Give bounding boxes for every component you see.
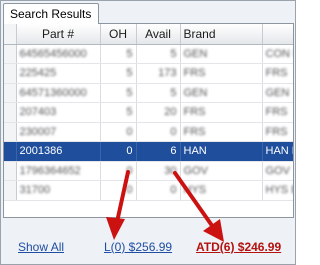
cell-avail: 5 — [136, 44, 181, 64]
row-indicator — [4, 122, 17, 142]
cell-extra: GEN — [262, 83, 293, 103]
results-body: 6456545600055GENCON E2254255173FRSFRS645… — [4, 44, 293, 201]
cell-part: 2001386 — [16, 141, 101, 162]
cell-extra: HYS B — [262, 180, 293, 201]
table-row-selected[interactable]: 200138606HANHAN H — [4, 141, 293, 162]
cell-part: 64565456000 — [16, 44, 101, 64]
row-indicator — [4, 161, 17, 181]
cell-avail: 5 — [136, 83, 181, 103]
row-indicator — [4, 102, 17, 123]
cell-oh: 5 — [100, 83, 137, 103]
cell-avail: 173 — [136, 63, 181, 84]
cell-oh: 0 — [100, 161, 137, 181]
cell-brand: FRS — [180, 122, 263, 142]
cell-extra: CON E — [262, 44, 293, 64]
table-row[interactable]: 3170000HYSHYS B — [4, 180, 293, 201]
atd-price-link[interactable]: ATD(6) $246.99 — [196, 240, 281, 254]
cell-avail: 20 — [136, 102, 181, 123]
row-indicator — [4, 83, 17, 103]
cell-brand: GEN — [180, 83, 263, 103]
cell-extra: FRS — [262, 122, 293, 142]
cell-oh: 0 — [100, 180, 137, 201]
column-header-oh[interactable]: OH — [100, 24, 137, 45]
cell-brand: HYS — [180, 180, 263, 201]
column-header-avail[interactable]: Avail — [136, 24, 181, 45]
cell-oh: 5 — [100, 63, 137, 84]
column-header-extra[interactable] — [262, 24, 293, 45]
row-indicator — [4, 44, 17, 64]
cell-avail: 6 — [136, 141, 181, 162]
row-indicator-header — [4, 24, 17, 45]
cell-extra: GOV — [262, 161, 293, 181]
cell-avail: 0 — [136, 180, 181, 201]
header-row: Part # OH Avail Brand — [4, 24, 293, 45]
table-row[interactable]: 225425 5 173 FRS FRS — [4, 63, 293, 84]
cell-avail: 0 — [136, 122, 181, 142]
cell-brand: GEN — [180, 44, 263, 64]
results-grid: Part # OH Avail Brand 64565456000 5 5 GEN CO… — [3, 23, 294, 218]
cell-part: 230007 — [16, 122, 101, 142]
cell-brand: GOV — [180, 161, 263, 181]
row-indicator — [4, 141, 17, 162]
cell-brand: HAN — [180, 141, 263, 162]
search-results-window: Search Results Part # OH Avail Brand 645… — [0, 0, 296, 265]
cell-oh: 5 — [100, 44, 137, 64]
footer-bar: Show All L(0) $256.99 ATD(6) $246.99 — [3, 219, 294, 264]
cell-extra: HAN H — [262, 141, 293, 162]
cell-brand: FRS — [180, 102, 263, 123]
table-row[interactable]: 1796364652 0 30 GOV GOV — [4, 161, 293, 181]
cell-avail: 30 — [136, 161, 181, 181]
cell-oh: 0 — [100, 122, 137, 142]
cell-brand: FRS — [180, 63, 263, 84]
table-row[interactable]: 230007 0 0 FRS FRS — [4, 122, 293, 142]
table-row[interactable]: 64571360000 5 5 GEN GEN — [4, 83, 293, 103]
show-all-link[interactable]: Show All — [18, 240, 64, 254]
l-price-link[interactable]: L(0) $256.99 — [104, 240, 172, 254]
results-table: Part # OH Avail Brand 64565456000 5 5 GEN CO… — [4, 24, 293, 201]
cell-extra: FRS — [262, 63, 293, 84]
cell-oh: 5 — [100, 102, 137, 123]
column-header-brand[interactable]: Brand — [180, 24, 263, 45]
cell-part: 64571360000 — [16, 83, 101, 103]
tab-strip: Search Results — [3, 3, 293, 24]
cell-part: 31700 — [16, 180, 101, 201]
table-row[interactable]: 6456545600055GENCON E — [4, 44, 293, 64]
row-indicator — [4, 180, 17, 201]
cell-part: 1796364652 — [16, 161, 101, 181]
cell-part: 225425 — [16, 63, 101, 84]
cell-extra: FRS — [262, 102, 293, 123]
cell-oh: 0 — [100, 141, 137, 162]
table-row[interactable]: 207403 5 20 FRS FRS — [4, 102, 293, 123]
column-header-part[interactable]: Part # — [16, 24, 101, 45]
row-indicator — [4, 63, 17, 84]
cell-part: 207403 — [16, 102, 101, 123]
tab-search-results[interactable]: Search Results — [3, 3, 100, 24]
